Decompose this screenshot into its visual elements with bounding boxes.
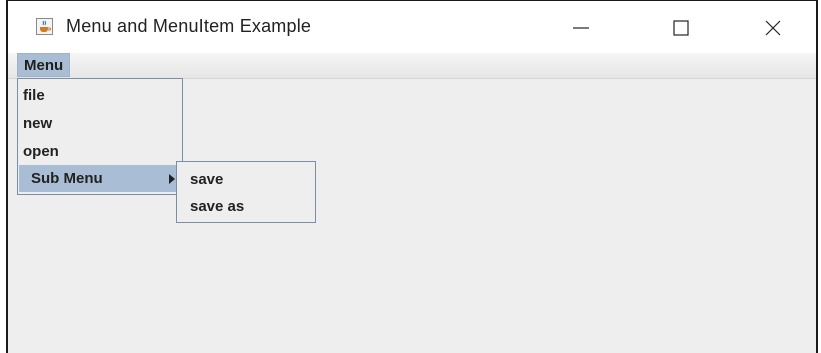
java-cup-icon <box>36 18 53 35</box>
maximize-button[interactable] <box>658 11 704 45</box>
maximize-icon <box>673 20 689 36</box>
close-icon <box>765 20 781 36</box>
menu-item-sub-menu[interactable]: Sub Menu <box>19 165 181 192</box>
submenu-item-save-as[interactable]: save as <box>178 193 314 220</box>
menu-button[interactable]: Menu <box>17 53 71 77</box>
app-window: Menu and MenuItem Example Menu file new … <box>6 0 818 353</box>
submenu-popup: save save as <box>176 161 316 223</box>
title-bar[interactable]: Menu and MenuItem Example <box>8 1 816 53</box>
minimize-button[interactable] <box>558 11 604 45</box>
menu-item-label: save <box>190 171 224 188</box>
menu-item-label: save as <box>190 198 245 215</box>
menu-item-label: file <box>23 87 45 104</box>
minimize-icon <box>573 27 589 29</box>
window-title: Menu and MenuItem Example <box>66 16 312 36</box>
menu-popup: file new open Sub Menu <box>17 78 183 195</box>
submenu-arrow-icon <box>169 174 175 184</box>
menu-item-label: new <box>23 115 53 132</box>
menu-item-new[interactable]: new <box>19 110 181 137</box>
menu-item-open[interactable]: open <box>19 138 181 165</box>
menu-item-file[interactable]: file <box>19 82 181 109</box>
close-button[interactable] <box>750 11 796 45</box>
menu-bar: Menu <box>8 53 816 79</box>
screenshot-frame: Menu and MenuItem Example Menu file new … <box>0 0 821 353</box>
menu-item-label: open <box>23 143 59 160</box>
menu-item-label: Sub Menu <box>31 170 103 187</box>
submenu-item-save[interactable]: save <box>178 166 314 193</box>
